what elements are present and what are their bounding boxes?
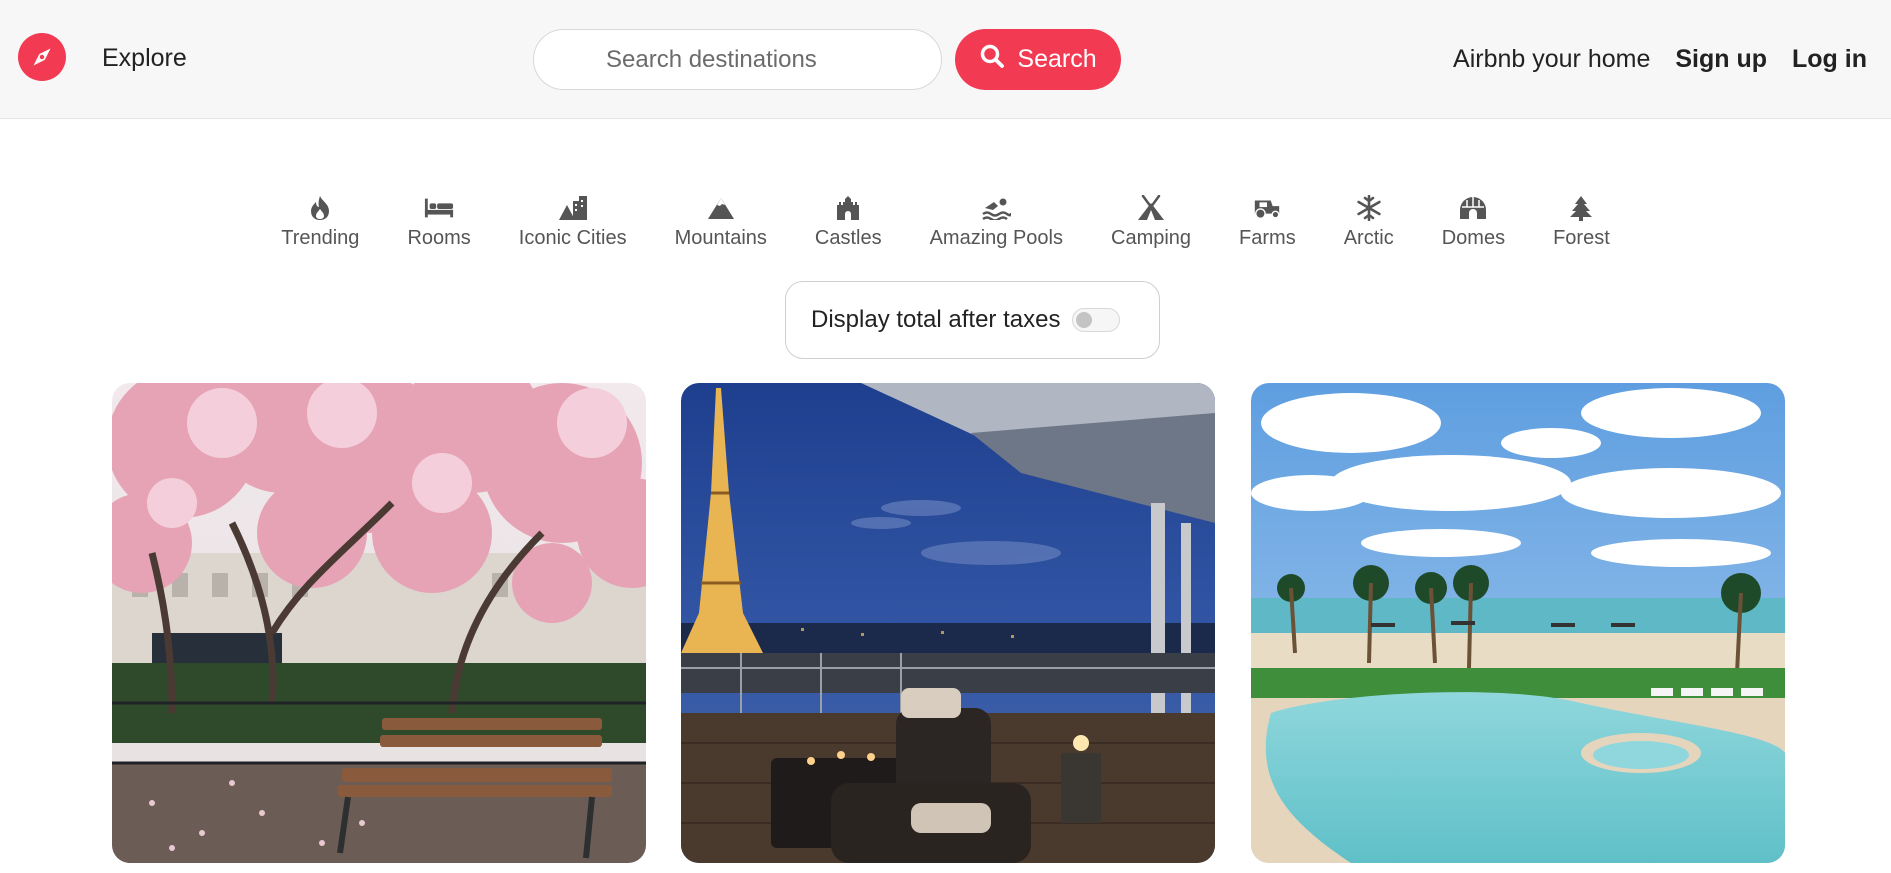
category-mountains[interactable]: Mountains (651, 193, 791, 250)
category-trending[interactable]: Trending (257, 193, 383, 250)
explore-link[interactable]: Explore (102, 44, 187, 73)
flame-icon (305, 193, 335, 223)
category-castles[interactable]: Castles (791, 193, 906, 250)
category-domes[interactable]: Domes (1418, 193, 1529, 250)
category-label: Mountains (674, 227, 767, 249)
category-amazing-pools[interactable]: Amazing Pools (906, 193, 1087, 250)
category-rooms[interactable]: Rooms (383, 193, 494, 250)
category-forest[interactable]: Forest (1529, 193, 1634, 250)
category-iconic-cities[interactable]: Iconic Cities (495, 193, 651, 250)
listing-card-beach-resort[interactable] (1251, 383, 1785, 863)
category-label: Amazing Pools (929, 227, 1063, 249)
search-button-label: Search (1017, 45, 1097, 73)
swimmer-icon (981, 193, 1012, 223)
tent-icon (1136, 193, 1166, 223)
category-label: Rooms (407, 227, 471, 249)
listing-card-eiffel-terrace[interactable] (681, 383, 1215, 863)
category-camping[interactable]: Camping (1087, 193, 1215, 250)
category-bar: Trending Rooms Iconic Cities Mountains C… (0, 193, 1891, 250)
castle-icon (833, 193, 863, 223)
host-link[interactable]: Airbnb your home (1453, 45, 1650, 74)
tractor-icon (1252, 193, 1282, 223)
login-link[interactable]: Log in (1792, 45, 1867, 74)
compass-icon[interactable] (18, 33, 66, 81)
city-icon (558, 193, 588, 223)
tree-icon (1566, 193, 1596, 223)
search-icon (979, 43, 1005, 76)
category-label: Forest (1553, 227, 1610, 249)
search-button[interactable]: Search (955, 29, 1121, 90)
mountain-icon (706, 193, 736, 223)
signup-link[interactable]: Sign up (1675, 45, 1767, 74)
search-input[interactable] (533, 29, 942, 90)
tax-toggle-panel: Display total after taxes (785, 281, 1160, 359)
tax-toggle-label: Display total after taxes (811, 306, 1061, 333)
category-label: Camping (1111, 227, 1192, 249)
category-farms[interactable]: Farms (1215, 193, 1320, 250)
bed-icon (424, 193, 454, 223)
top-header: Explore Search Airbnb your home Sign up … (0, 0, 1891, 119)
listing-image (681, 383, 1215, 863)
tax-toggle-switch[interactable] (1072, 308, 1121, 332)
igloo-icon (1458, 193, 1488, 223)
header-nav: Airbnb your home Sign up Log in (1453, 45, 1867, 74)
category-label: Farms (1239, 227, 1296, 249)
listing-card-cherry-blossom[interactable] (112, 383, 646, 863)
category-label: Trending (281, 227, 360, 249)
listing-image (112, 383, 646, 863)
category-label: Iconic Cities (518, 227, 627, 249)
category-label: Arctic (1343, 227, 1394, 249)
snowflake-icon (1354, 193, 1384, 223)
category-label: Castles (814, 227, 882, 249)
listing-image (1251, 383, 1785, 863)
category-label: Domes (1441, 227, 1506, 249)
toggle-knob (1076, 312, 1093, 328)
category-arctic[interactable]: Arctic (1320, 193, 1418, 250)
